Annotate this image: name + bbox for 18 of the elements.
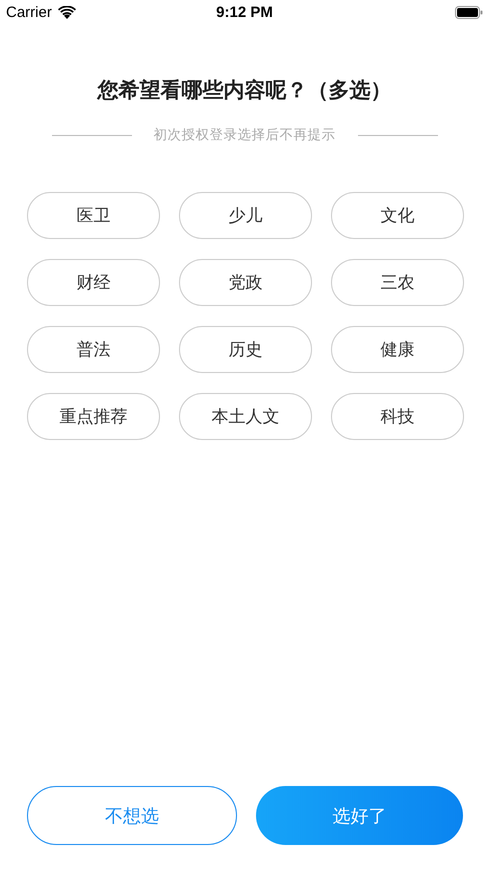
topic-chip[interactable]: 医卫 <box>27 192 160 239</box>
wifi-icon <box>58 6 76 18</box>
clock-time: 9:12 PM <box>216 4 273 20</box>
topic-chip[interactable]: 三农 <box>331 259 464 306</box>
topic-chip[interactable]: 文化 <box>331 192 464 239</box>
battery-icon <box>455 6 483 18</box>
topic-chip[interactable]: 普法 <box>27 326 160 373</box>
topic-chip[interactable]: 党政 <box>179 259 312 306</box>
carrier-name: Carrier <box>6 4 52 20</box>
topic-chip[interactable]: 健康 <box>331 326 464 373</box>
topic-chip[interactable]: 财经 <box>27 259 160 306</box>
topic-chip[interactable]: 历史 <box>179 326 312 373</box>
topic-chip[interactable]: 少儿 <box>179 192 312 239</box>
topic-chip[interactable]: 科技 <box>331 393 464 440</box>
page-title: 您希望看哪些内容呢？（多选） <box>96 77 392 104</box>
subtitle-text: 初次授权登录选择后不再提示 <box>154 126 336 144</box>
topic-chip[interactable]: 本土人文 <box>179 393 312 440</box>
topic-chip[interactable]: 重点推荐 <box>27 393 160 440</box>
